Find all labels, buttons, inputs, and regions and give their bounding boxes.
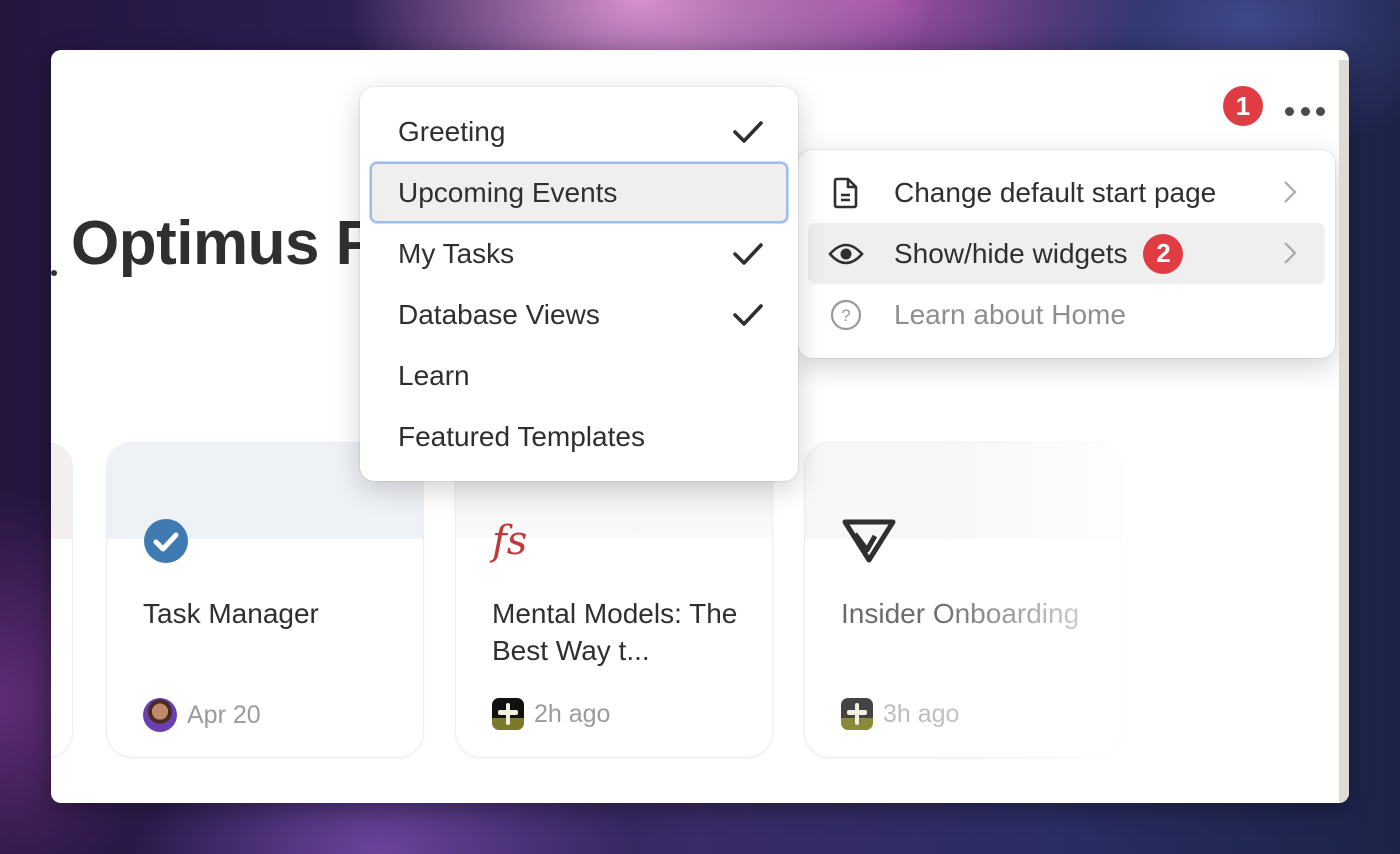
- card-mental-models[interactable]: fs Mental Models: The Best Way t... 2h a…: [455, 442, 773, 758]
- card-insider-onboarding[interactable]: Insider Onboarding 3h ago: [804, 442, 1122, 758]
- widgets-menu: Greeting Upcoming Events My Tasks Databa…: [360, 87, 798, 481]
- dot: [1300, 106, 1310, 116]
- eye-icon: [828, 236, 864, 272]
- airplane-app-icon: [841, 698, 873, 730]
- title-fragment: [51, 270, 57, 276]
- home-options-menu: Change default start page Show/hide widg…: [798, 150, 1335, 358]
- document-icon: [828, 175, 864, 211]
- widget-label: My Tasks: [398, 237, 515, 269]
- avatar: [143, 698, 177, 732]
- widget-label: Database Views: [398, 298, 600, 330]
- widget-item-learn[interactable]: Learn: [370, 345, 788, 406]
- triangle-logo-icon: [841, 511, 901, 571]
- widget-item-featured-templates[interactable]: Featured Templates: [370, 406, 788, 467]
- dot: [1316, 106, 1325, 116]
- card-meta: 3h ago: [841, 698, 959, 730]
- checkmark-icon: [733, 304, 763, 326]
- card-cover: [51, 443, 72, 539]
- menu-item-label: Show/hide widgets: [894, 237, 1128, 269]
- check-circle-icon: [143, 511, 203, 571]
- card-timestamp: 2h ago: [534, 699, 611, 728]
- card-timestamp: 3h ago: [883, 699, 960, 728]
- partial-card[interactable]: [51, 442, 73, 758]
- widget-label: Greeting: [398, 115, 506, 147]
- widget-label: Featured Templates: [398, 420, 645, 452]
- page-title: Optimus P: [71, 209, 377, 278]
- widget-item-upcoming-events[interactable]: Upcoming Events: [370, 162, 788, 223]
- more-options-button[interactable]: [1281, 98, 1329, 124]
- menu-item-show-hide-widgets[interactable]: Show/hide widgets 2: [808, 223, 1325, 284]
- dot: [1285, 106, 1294, 116]
- card-title: Insider Onboarding: [841, 598, 1080, 629]
- card-meta: 2h ago: [492, 698, 610, 730]
- svg-text:?: ?: [841, 306, 850, 325]
- card-timestamp: Apr 20: [187, 700, 261, 729]
- fs-logo-icon: fs: [492, 511, 552, 571]
- widget-item-greeting[interactable]: Greeting: [370, 101, 788, 162]
- question-circle-icon: ?: [828, 297, 864, 333]
- widget-item-my-tasks[interactable]: My Tasks: [370, 223, 788, 284]
- card-task-manager[interactable]: Task Manager Apr 20: [106, 442, 424, 758]
- chevron-right-icon: [1284, 242, 1297, 264]
- widget-label: Upcoming Events: [398, 176, 618, 208]
- menu-item-label: Change default start page: [894, 176, 1217, 208]
- annotation-badge-1: 1: [1223, 86, 1263, 126]
- card-title: Mental Models: The Best Way t...: [492, 598, 738, 666]
- card-meta: Apr 20: [143, 698, 261, 732]
- window-edge: [1339, 60, 1349, 803]
- checkmark-icon: [733, 121, 763, 143]
- chevron-right-icon: [1284, 181, 1297, 203]
- notion-home-window: Optimus P Task Manager Apr 20 fs Mental …: [51, 50, 1349, 803]
- fs-logo-text: fs: [492, 518, 528, 564]
- menu-item-change-default-start-page[interactable]: Change default start page: [808, 162, 1325, 223]
- menu-item-learn-about-home[interactable]: ? Learn about Home: [808, 284, 1325, 345]
- widget-label: Learn: [398, 359, 470, 391]
- annotation-badge-2: 2: [1143, 233, 1184, 274]
- widget-item-database-views[interactable]: Database Views: [370, 284, 788, 345]
- checkmark-icon: [733, 243, 763, 265]
- menu-item-label: Learn about Home: [894, 298, 1126, 330]
- airplane-app-icon: [492, 698, 524, 730]
- card-title: Task Manager: [143, 598, 319, 629]
